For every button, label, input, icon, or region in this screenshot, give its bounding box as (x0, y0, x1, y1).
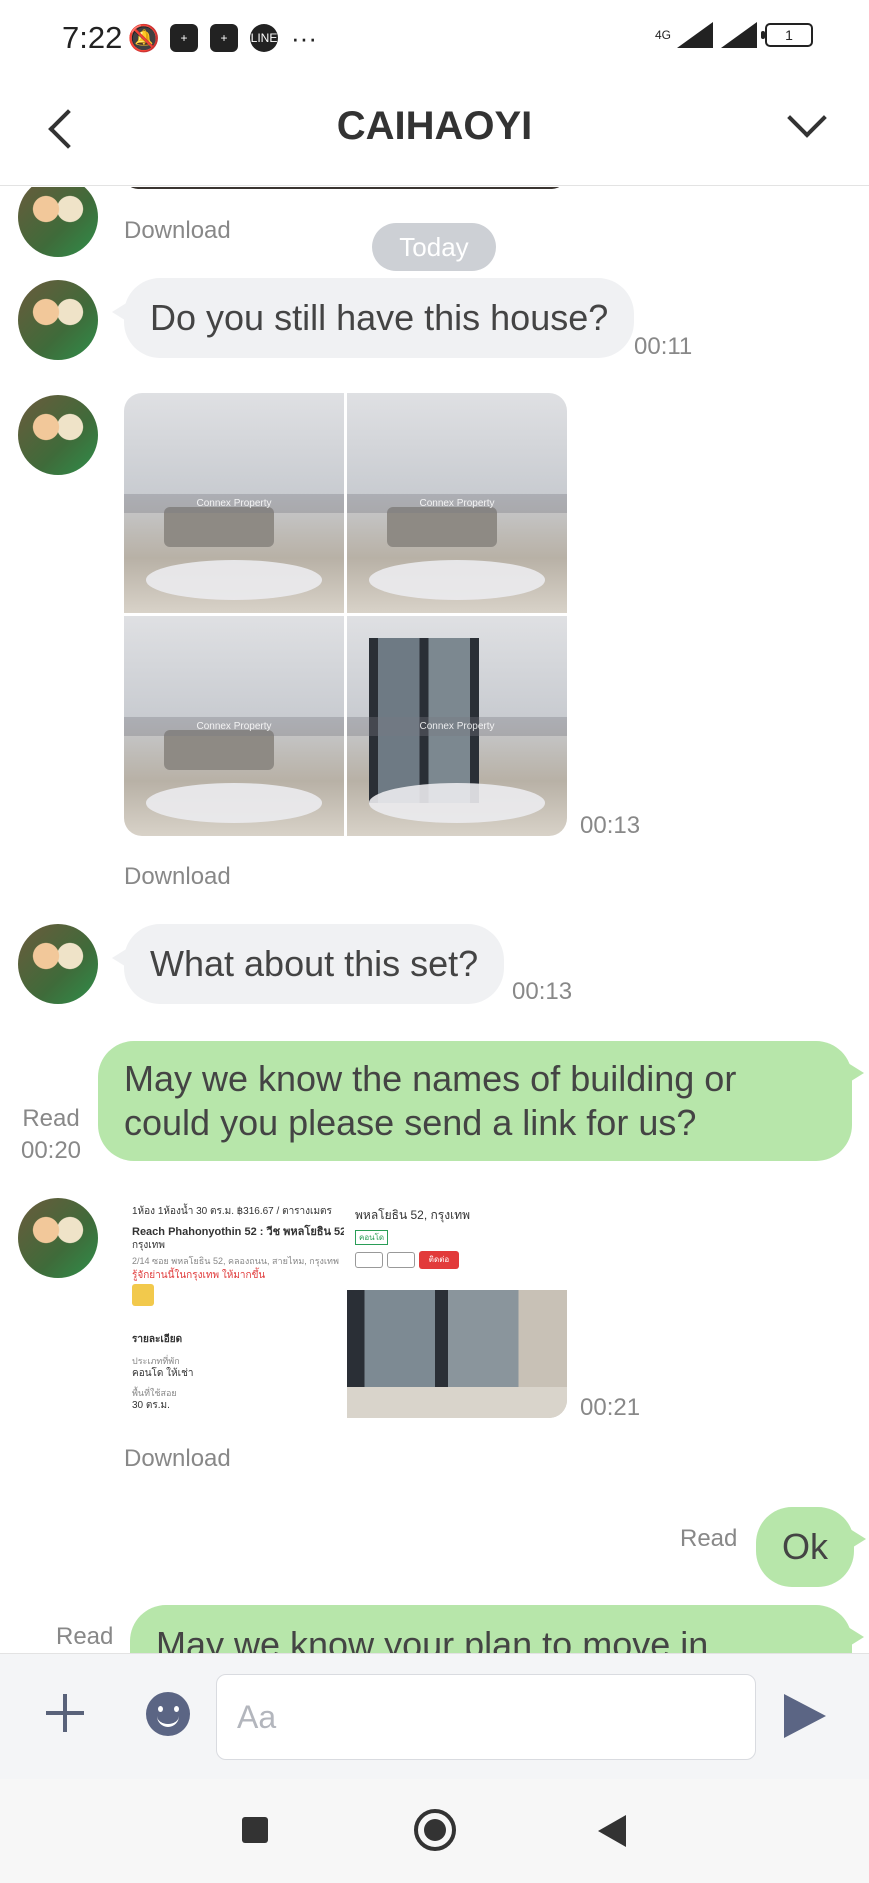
message-input[interactable] (216, 1674, 756, 1760)
room-photo (347, 1290, 567, 1418)
battery-saver-icon: + (170, 24, 198, 52)
message-text: May we know the names of building or cou… (124, 1058, 737, 1143)
battery-icon: 1 (761, 23, 813, 47)
avatar[interactable] (18, 187, 98, 257)
message-time: 00:21 (580, 1394, 641, 1421)
network-type-label: 4G (654, 28, 671, 42)
room-photo[interactable]: Connex Property (124, 616, 344, 836)
previous-image-preview[interactable] (124, 187, 566, 189)
avatar[interactable] (18, 395, 98, 475)
outgoing-message[interactable]: May we know the names of building or cou… (98, 1041, 864, 1161)
download-link[interactable]: Download (124, 863, 231, 891)
listing-location-title: พหลโยธิน 52, กรุงเทพ (355, 1208, 471, 1222)
status-notification-icons: 🔕 + + LINE ··· (127, 22, 318, 53)
listing-summary: 1ห้อง 1ห้องน้ำ 30 ตร.ม. ฿316.67 / ตารางเ… (132, 1206, 332, 1217)
status-bar: 7:22 🔕 + + LINE ··· 4G 1 (0, 0, 869, 76)
incoming-message[interactable]: What about this set? (111, 924, 505, 1004)
listing-screenshot[interactable]: พหลโยธิน 52, กรุงเทพ คอนโด ติดต่อ (347, 1198, 567, 1418)
listing-screenshot[interactable]: 1ห้อง 1ห้องน้ำ 30 ตร.ม. ฿316.67 / ตารางเ… (124, 1198, 344, 1418)
message-time: 00:13 (580, 812, 641, 839)
home-icon[interactable] (414, 1809, 456, 1851)
area-value: 30 ตร.ม. (132, 1400, 170, 1411)
message-text: What about this set? (150, 943, 479, 984)
status-system-icons: 4G 1 (655, 22, 813, 48)
avatar[interactable] (18, 1198, 98, 1278)
contact-button: ติดต่อ (419, 1251, 459, 1269)
message-time: 00:13 (512, 978, 573, 1005)
signal-icon (677, 22, 713, 48)
chevron-down-icon[interactable] (777, 96, 837, 156)
room-photo[interactable]: Connex Property (124, 393, 344, 613)
listing-city: กรุงเทพ (132, 1240, 165, 1251)
message-composer (0, 1653, 869, 1779)
read-receipt: Read 00:20 (18, 1103, 84, 1167)
message-text: Ok (782, 1526, 829, 1567)
incoming-message[interactable]: Do you still have this house? (111, 278, 635, 358)
recent-apps-icon[interactable] (242, 1817, 268, 1843)
more-notifications-icon: ··· (291, 22, 317, 53)
message-time: 00:20 (20, 1137, 82, 1164)
watermark: Connex Property (347, 494, 567, 514)
message-time: 00:11 (634, 333, 693, 360)
room-photo[interactable]: Connex Property (347, 616, 567, 836)
watermark: Connex Property (124, 494, 344, 514)
signal-icon-2 (721, 22, 757, 48)
download-link[interactable]: Download (124, 217, 231, 245)
outgoing-message[interactable]: May we know your plan to move in please? (130, 1605, 864, 1653)
battery-saver-icon-2: + (210, 24, 238, 52)
system-nav-bar (0, 1779, 869, 1883)
avatar[interactable] (18, 280, 98, 360)
watermark: Connex Property (347, 717, 567, 737)
chat-messages[interactable]: Download Today Do you still have this ho… (0, 187, 869, 1653)
avatar[interactable] (18, 924, 98, 1004)
mute-icon: 🔕 (127, 22, 161, 53)
listing-address: 2/14 ซอย พหลโยธิน 52, คลองถนน, สายไหม, ก… (132, 1256, 339, 1266)
share-icon (355, 1252, 383, 1268)
details-heading: รายละเอียด (132, 1334, 183, 1345)
room-photo[interactable]: Connex Property (347, 393, 567, 613)
send-icon[interactable] (780, 1694, 828, 1738)
date-separator: Today (372, 223, 496, 271)
read-status: Read (22, 1105, 80, 1132)
chat-title: CAIHAOYI (336, 104, 533, 148)
screenshot-grid[interactable]: 1ห้อง 1ห้องน้ำ 30 ตร.ม. ฿316.67 / ตารางเ… (124, 1198, 567, 1418)
message-text: Do you still have this house? (150, 297, 609, 338)
read-receipt: Read (680, 1525, 738, 1552)
map-pin-icon (132, 1284, 154, 1306)
chat-header: CAIHAOYI (0, 76, 869, 186)
property-type-value: คอนโด ให้เช่า (132, 1368, 194, 1379)
message-text: May we know your plan to move in please? (156, 1624, 709, 1653)
favorite-icon (387, 1252, 415, 1268)
read-receipt: Read (56, 1623, 114, 1650)
contact-button-label: ติดต่อ (428, 1255, 450, 1264)
emoji-icon[interactable] (146, 1692, 190, 1736)
outgoing-message[interactable]: Ok (756, 1507, 867, 1587)
listing-type-tag: คอนโด (355, 1230, 389, 1245)
line-app-icon: LINE (250, 24, 278, 52)
download-link[interactable]: Download (124, 1445, 231, 1473)
back-icon[interactable] (598, 1815, 626, 1847)
status-time: 7:22 (62, 20, 123, 55)
listing-area-link: รู้จักย่านนี้ในกรุงเทพ ให้มากขึ้น (132, 1270, 266, 1281)
image-grid[interactable]: Connex Property Connex Property Connex P… (124, 393, 567, 836)
watermark: Connex Property (124, 717, 344, 737)
plus-icon[interactable] (44, 1692, 86, 1734)
